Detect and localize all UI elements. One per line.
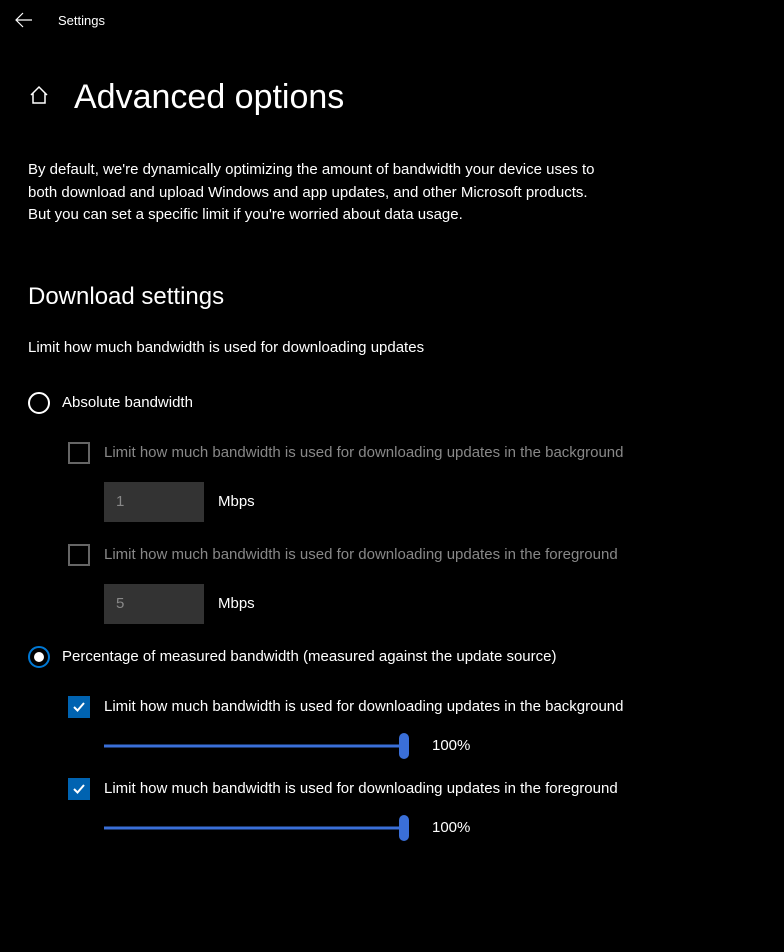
checkmark-icon (71, 699, 87, 715)
page-title: Advanced options (74, 78, 344, 117)
radio-absolute-label: Absolute bandwidth (62, 394, 193, 411)
checkbox-absolute-foreground[interactable]: Limit how much bandwidth is used for dow… (68, 544, 756, 566)
checkbox-icon (68, 442, 90, 464)
checkbox-percentage-bg-label: Limit how much bandwidth is used for dow… (104, 698, 624, 715)
radio-icon (28, 646, 50, 668)
radio-absolute-bandwidth[interactable]: Absolute bandwidth (28, 392, 756, 414)
absolute-bg-input[interactable] (104, 482, 204, 522)
checkmark-icon (71, 781, 87, 797)
percentage-fg-slider-row: 100% (68, 818, 756, 838)
content: Advanced options By default, we're dynam… (0, 40, 784, 838)
slider-track (104, 826, 404, 829)
home-icon (28, 84, 50, 106)
checkbox-icon (68, 778, 90, 800)
absolute-bg-input-row: Mbps (68, 482, 756, 522)
titlebar: Settings (0, 0, 784, 40)
intro-text: By default, we're dynamically optimizing… (28, 159, 608, 227)
slider-thumb (399, 815, 409, 841)
percentage-fg-slider[interactable] (104, 818, 404, 838)
page-header: Advanced options (28, 78, 756, 117)
radio-percentage-bandwidth[interactable]: Percentage of measured bandwidth (measur… (28, 646, 756, 668)
absolute-sub-options: Limit how much bandwidth is used for dow… (28, 442, 756, 624)
checkbox-percentage-fg-label: Limit how much bandwidth is used for dow… (104, 780, 618, 797)
download-section-subtitle: Limit how much bandwidth is used for dow… (28, 339, 756, 356)
back-button[interactable] (14, 10, 34, 30)
percentage-bg-value: 100% (432, 737, 470, 754)
absolute-fg-unit: Mbps (218, 595, 255, 612)
slider-thumb (399, 733, 409, 759)
checkbox-percentage-background[interactable]: Limit how much bandwidth is used for dow… (68, 696, 756, 718)
percentage-bg-slider-row: 100% (68, 736, 756, 756)
percentage-fg-value: 100% (432, 819, 470, 836)
download-section-title: Download settings (28, 283, 756, 311)
percentage-sub-options: Limit how much bandwidth is used for dow… (28, 696, 756, 838)
checkbox-absolute-bg-label: Limit how much bandwidth is used for dow… (104, 444, 624, 461)
checkbox-absolute-fg-label: Limit how much bandwidth is used for dow… (104, 546, 618, 563)
absolute-fg-input-row: Mbps (68, 584, 756, 624)
checkbox-absolute-background[interactable]: Limit how much bandwidth is used for dow… (68, 442, 756, 464)
radio-percentage-label: Percentage of measured bandwidth (measur… (62, 648, 556, 665)
back-arrow-icon (15, 11, 33, 29)
checkbox-percentage-foreground[interactable]: Limit how much bandwidth is used for dow… (68, 778, 756, 800)
radio-icon (28, 392, 50, 414)
app-name: Settings (58, 13, 105, 28)
checkbox-icon (68, 696, 90, 718)
home-button[interactable] (28, 84, 50, 111)
absolute-fg-input[interactable] (104, 584, 204, 624)
slider-track (104, 744, 404, 747)
checkbox-icon (68, 544, 90, 566)
percentage-bg-slider[interactable] (104, 736, 404, 756)
absolute-bg-unit: Mbps (218, 493, 255, 510)
